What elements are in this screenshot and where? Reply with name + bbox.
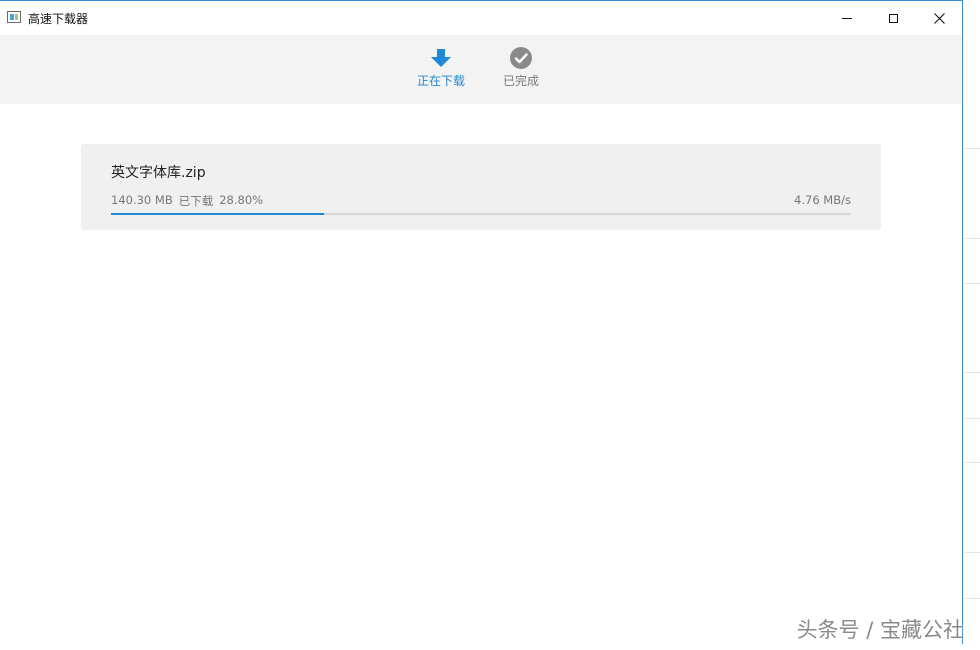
app-window: 高速下载器 正在下载 已完成 英文字体库.zip 140.30 MB 已下载 2… — [0, 0, 963, 644]
background-line — [964, 283, 980, 284]
background-line — [964, 418, 980, 419]
close-button[interactable] — [916, 1, 962, 35]
progress-bar-fill — [111, 213, 325, 215]
background-line — [964, 148, 980, 149]
minimize-icon — [842, 17, 852, 19]
tab-downloading-label: 正在下载 — [416, 74, 465, 88]
maximize-button[interactable] — [870, 1, 916, 35]
background-line — [964, 372, 980, 373]
background-line — [964, 552, 980, 553]
tab-completed[interactable]: 已完成 — [486, 47, 556, 89]
app-icon — [7, 11, 21, 23]
toolbar: 正在下载 已完成 — [0, 35, 962, 104]
title-bar[interactable]: 高速下载器 — [0, 1, 962, 35]
maximize-icon — [888, 13, 898, 23]
minimize-button[interactable] — [824, 1, 870, 35]
download-filename: 英文字体库.zip — [111, 165, 206, 181]
download-meta: 140.30 MB 已下载 28.80% — [111, 193, 263, 209]
window-title: 高速下载器 — [28, 12, 89, 26]
download-item[interactable]: 英文字体库.zip 140.30 MB 已下载 28.80% 4.76 MB/s — [81, 144, 881, 230]
check-circle-icon — [510, 47, 532, 69]
close-icon — [933, 12, 945, 24]
watermark: 头条号 / 宝藏公社 — [796, 618, 964, 642]
background-line — [964, 462, 980, 463]
download-size: 140.30 MB — [111, 193, 173, 207]
background-line — [964, 238, 980, 239]
download-arrow-icon — [431, 49, 451, 67]
background-line — [964, 598, 980, 599]
download-status: 已下载 — [178, 194, 214, 208]
progress-bar — [111, 213, 851, 215]
download-list: 英文字体库.zip 140.30 MB 已下载 28.80% 4.76 MB/s — [0, 104, 962, 644]
tab-completed-label: 已完成 — [502, 74, 539, 88]
tab-downloading[interactable]: 正在下载 — [406, 47, 476, 89]
download-percent: 28.80% — [219, 193, 264, 207]
download-speed: 4.76 MB/s — [794, 193, 851, 207]
